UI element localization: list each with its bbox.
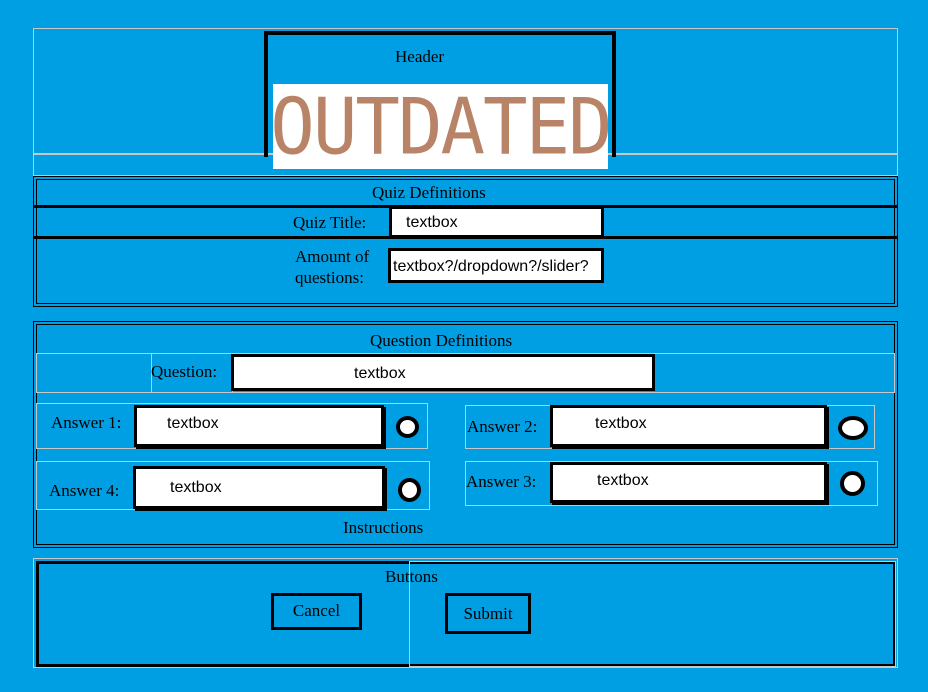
answer-4-label: Answer 4: (49, 481, 120, 500)
question-input[interactable]: textbox (231, 354, 655, 391)
outdated-stamp-text: OUTDATED (270, 81, 612, 172)
answer-2-label: Answer 2: (467, 417, 538, 436)
buttons-title: Buttons (385, 567, 438, 586)
answer-3-label: Answer 3: (466, 472, 537, 491)
quiz-title-input[interactable]: textbox (389, 206, 604, 238)
answer-1-correct-radio[interactable] (396, 416, 419, 438)
amount-of-questions-input[interactable]: textbox?/dropdown?/slider? (388, 248, 604, 283)
answer-3-correct-radio[interactable] (840, 471, 865, 496)
answer-3-input[interactable]: textbox (550, 462, 827, 503)
question-input-text: textbox (354, 365, 406, 382)
cancel-button[interactable]: Cancel (271, 593, 362, 630)
answer-2-input[interactable]: textbox (550, 405, 827, 447)
instructions-label: Instructions (343, 518, 424, 537)
outdated-stamp: OUTDATED (270, 81, 613, 172)
answer-1-label: Answer 1: (51, 413, 122, 432)
amount-of-questions-label-line2: questions: (295, 268, 364, 287)
answer-2-correct-radio[interactable] (838, 416, 868, 440)
submit-button[interactable]: Submit (445, 593, 531, 634)
question-definitions-title: Question Definitions (370, 331, 513, 350)
answer-4-correct-radio[interactable] (398, 478, 421, 502)
quiz-definitions-title: Quiz Definitions (372, 183, 486, 202)
header-label: Header (395, 47, 445, 66)
question-label: Question: (151, 362, 218, 381)
answer-1-input[interactable]: textbox (134, 405, 384, 447)
answer-4-input[interactable]: textbox (133, 466, 385, 509)
amount-of-questions-label-line1: Amount of (295, 247, 370, 266)
quiz-title-label: Quiz Title: (293, 213, 367, 232)
